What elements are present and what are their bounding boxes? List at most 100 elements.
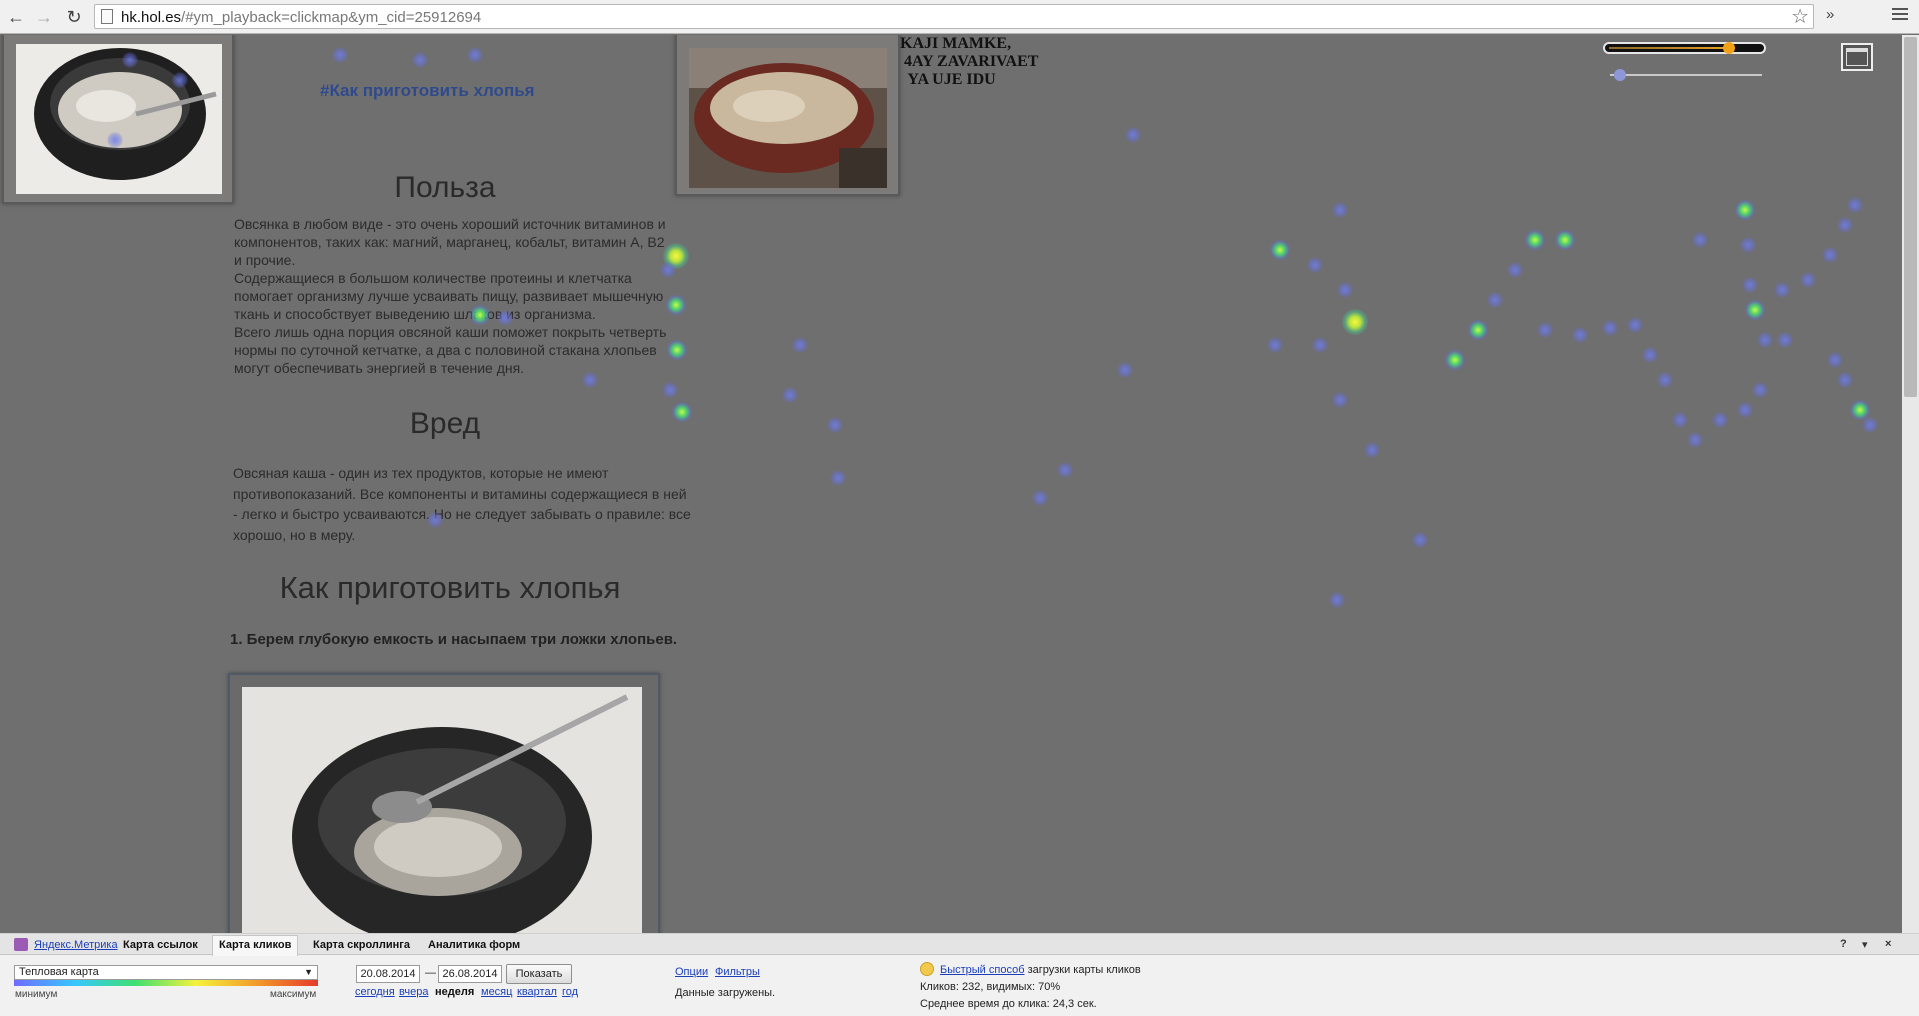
options-link[interactable]: Опции [675, 966, 708, 978]
opacity-slider-knob[interactable] [1723, 42, 1735, 54]
heat-dot [1572, 327, 1588, 343]
tab-click-map[interactable]: Карта кликов [212, 935, 299, 956]
date-separator: — [425, 967, 436, 979]
hashtag-link[interactable]: #Как приготовить хлопья [320, 81, 535, 101]
oatmeal-bowl-image [16, 44, 222, 194]
metrika-link[interactable]: Яндекс.Метрика [34, 939, 118, 951]
fast-load-link[interactable]: Быстрый способ [940, 964, 1025, 976]
heat-dot [1267, 337, 1283, 353]
heat-dot [467, 47, 483, 63]
period-week[interactable]: неделя [435, 986, 474, 998]
address-bar[interactable]: hk.hol.es/#ym_playback=clickmap&ym_cid=2… [94, 4, 1814, 29]
heat-dot [1862, 417, 1878, 433]
fullscreen-icon[interactable] [1841, 43, 1873, 71]
heat-dot [782, 387, 798, 403]
heat-dot [827, 417, 843, 433]
menu-icon[interactable] [1892, 8, 1908, 22]
period-month[interactable]: месяц [481, 986, 512, 998]
heat-dot [1412, 532, 1428, 548]
heat-dot [1657, 372, 1673, 388]
heat-dot [1822, 247, 1838, 263]
period-today[interactable]: сегодня [355, 986, 395, 998]
heat-dot [1752, 382, 1768, 398]
heat-dot [1837, 217, 1853, 233]
oatmeal-photo-large [228, 673, 660, 933]
heat-dot [1445, 350, 1465, 370]
legend-max-label: максимум [270, 989, 317, 1000]
metrika-tabs: Яндекс.Метрика Карта ссылок Карта кликов… [0, 934, 1919, 956]
scrollbar-thumb[interactable] [1904, 37, 1917, 397]
heat-dot [1672, 412, 1688, 428]
forward-icon[interactable]: → [32, 5, 56, 29]
fast-load-row: Быстрый способ загрузки карты кликов [940, 964, 1141, 976]
flakes-bowl-image [242, 687, 642, 933]
status-text: Данные загружены. [675, 987, 776, 999]
heat-dot [1735, 200, 1755, 220]
heat-dot [1117, 362, 1133, 378]
url-text[interactable]: hk.hol.es/#ym_playback=clickmap&ym_cid=2… [121, 9, 481, 26]
heat-dot [1468, 320, 1488, 340]
heat-dot [830, 470, 846, 486]
heat-dot [497, 310, 513, 326]
clicks-count: Кликов: 232, видимых: 70% [920, 981, 1061, 993]
heat-dot [412, 52, 428, 68]
period-quarter[interactable]: квартал [517, 986, 557, 998]
heat-dot [172, 72, 188, 88]
heat-dot [1312, 337, 1328, 353]
tab-form-analytics[interactable]: Аналитика форм [428, 939, 520, 951]
heat-dot [332, 47, 348, 63]
date-to-input[interactable]: 26.08.2014 [438, 965, 502, 983]
heat-dot [1737, 402, 1753, 418]
period-year[interactable]: год [562, 986, 578, 998]
porridge-bowl-image [689, 48, 887, 188]
heat-dot [1125, 127, 1141, 143]
heat-dot [1555, 230, 1575, 250]
date-from-input[interactable]: 20.08.2014 [356, 965, 420, 983]
heat-dot [1757, 332, 1773, 348]
heat-dot [1329, 592, 1345, 608]
heat-dot [1032, 490, 1048, 506]
heat-dot [1487, 292, 1503, 308]
filters-link[interactable]: Фильтры [715, 966, 760, 978]
heat-dot [1627, 317, 1643, 333]
browser-toolbar: ← → ↻ hk.hol.es/#ym_playback=clickmap&ym… [0, 0, 1919, 34]
reload-icon[interactable]: ↻ [62, 5, 86, 29]
heat-dot [667, 340, 687, 360]
heat-dot [666, 295, 686, 315]
back-icon[interactable]: ← [4, 5, 28, 29]
heat-dot [1602, 320, 1618, 336]
oatmeal-photo-small [2, 35, 234, 204]
heat-dot [1837, 372, 1853, 388]
show-button[interactable]: Показать [506, 964, 572, 984]
heat-dot [582, 372, 598, 388]
legend-min-label: минимум [15, 989, 58, 1000]
heat-dot [1507, 262, 1523, 278]
intensity-slider[interactable] [1610, 69, 1762, 81]
howto-heading: Как приготовить хлопья [279, 570, 621, 605]
map-type-select[interactable]: Тепловая карта ▼ [14, 965, 318, 980]
heat-dot [1774, 282, 1790, 298]
heat-dot [1364, 442, 1380, 458]
page-icon [101, 9, 113, 24]
bookmark-star-icon[interactable]: ☆ [1791, 5, 1809, 29]
period-yesterday[interactable]: вчера [399, 986, 428, 998]
heat-dot [1712, 412, 1728, 428]
opacity-slider[interactable] [1603, 42, 1766, 54]
heat-dot [122, 52, 138, 68]
harm-heading: Вред [409, 407, 481, 440]
heat-dot [1270, 240, 1290, 260]
intensity-slider-knob[interactable] [1614, 69, 1626, 81]
heat-dot [1307, 257, 1323, 273]
heat-dot [1057, 462, 1073, 478]
fast-load-text: загрузки карты кликов [1027, 964, 1141, 976]
heat-dot [1642, 347, 1658, 363]
tab-links-map[interactable]: Карта ссылок [123, 939, 198, 951]
heat-dot [1687, 432, 1703, 448]
close-icon[interactable]: × [1885, 938, 1891, 950]
collapse-icon[interactable]: ▾ [1862, 938, 1868, 951]
heat-dot [1692, 232, 1708, 248]
scrollbar[interactable] [1902, 35, 1919, 933]
tab-scroll-map[interactable]: Карта скроллинга [313, 939, 410, 951]
extensions-overflow-icon[interactable]: » [1826, 6, 1834, 23]
help-icon[interactable]: ? [1840, 938, 1847, 950]
